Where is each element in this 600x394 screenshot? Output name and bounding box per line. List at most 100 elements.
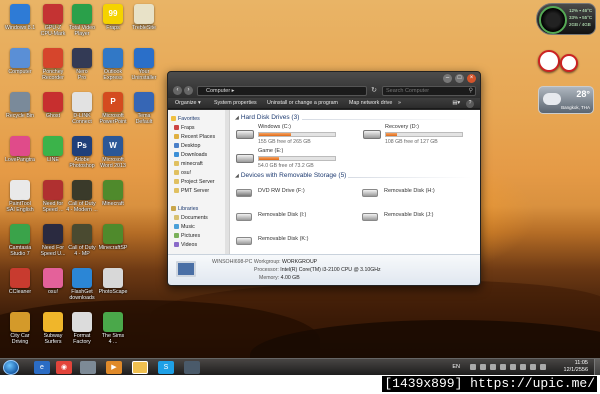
removable-disk-icon xyxy=(236,213,252,221)
dvd-drive-item[interactable]: DVD RW Drive (F:) xyxy=(236,186,346,202)
nav-favorite-item[interactable]: Desktop xyxy=(174,142,200,150)
start-button[interactable] xyxy=(3,360,19,375)
volume-icon[interactable] xyxy=(540,364,546,370)
desktop-icon[interactable]: Recycle Bin xyxy=(3,92,37,119)
title-bar[interactable]: – □ × ‹ › Computer ▸ ↻ ⚲ xyxy=(168,72,480,98)
desktop-icon[interactable]: Format Factory xyxy=(65,312,99,345)
address-bar[interactable]: Computer ▸ xyxy=(197,86,367,96)
desktop-icon[interactable]: Tema Default xyxy=(127,92,161,125)
group-header-hdd[interactable]: ◢ Hard Disk Drives (3) xyxy=(235,114,299,121)
organize-button[interactable]: Organize ▾ xyxy=(175,100,201,107)
desktop-icon[interactable]: MinecraftSP xyxy=(96,224,130,251)
desktop-icon[interactable]: TrebleSite xyxy=(127,4,161,31)
desktop-icon[interactable]: Windows 8.1 xyxy=(3,4,37,31)
desktop-icon[interactable]: Call of Duty 4 - MP xyxy=(65,224,99,257)
libraries-header[interactable]: Libraries xyxy=(171,205,198,213)
tray-icon[interactable] xyxy=(510,364,516,370)
desktop-icon[interactable]: Ps Adobe Photoshop xyxy=(65,136,99,169)
maximize-button[interactable]: □ xyxy=(455,74,464,83)
nav-favorite-item[interactable]: minecraft xyxy=(174,160,203,168)
desktop-icon[interactable]: FlashGet downloads xyxy=(65,268,99,301)
language-indicator[interactable]: EN xyxy=(452,364,460,370)
desktop-icon[interactable]: W Microsoft Word 2013 xyxy=(96,136,130,169)
forward-button[interactable]: › xyxy=(184,86,193,95)
desktop-icon[interactable]: 99 Fraps xyxy=(96,4,130,31)
tray-icon[interactable] xyxy=(470,364,476,370)
nav-library-item[interactable]: Pictures xyxy=(174,232,200,240)
group-header-removable[interactable]: ◢ Devices with Removable Storage (5) xyxy=(235,172,346,179)
internet-explorer-icon[interactable]: e xyxy=(34,361,50,374)
minimize-button[interactable]: – xyxy=(443,74,452,83)
help-button[interactable]: ? xyxy=(466,100,474,108)
chrome-icon[interactable]: ◉ xyxy=(56,361,72,374)
drive-name: Recovery (D:) xyxy=(385,124,419,130)
hard-drive-item[interactable]: Recovery (D:) 108 GB free of 127 GB xyxy=(363,124,473,152)
search-box[interactable]: ⚲ xyxy=(382,86,476,96)
tray-icon[interactable] xyxy=(520,364,526,370)
map-network-drive-button[interactable]: Map network drive xyxy=(349,100,392,107)
removable-disk-item[interactable]: Removable Disk (K:) xyxy=(236,234,346,250)
back-button[interactable]: ‹ xyxy=(173,86,182,95)
view-options-icon[interactable]: ▤▾ xyxy=(452,100,460,107)
navigation-scrollbar[interactable] xyxy=(225,110,229,254)
favorites-header[interactable]: Favorites xyxy=(171,115,200,123)
close-button[interactable]: × xyxy=(467,74,476,83)
desktop-icon[interactable]: CCleaner xyxy=(3,268,37,295)
desktop-icon[interactable]: Nero Pro xyxy=(65,48,99,81)
dvd-drive-icon xyxy=(236,189,252,197)
desktop-icon[interactable]: P Microsoft PowerPoint xyxy=(96,92,130,125)
tray-icon[interactable] xyxy=(500,364,506,370)
refresh-icon[interactable]: ↻ xyxy=(369,86,379,96)
desktop-icon[interactable]: Outlook Express xyxy=(96,48,130,81)
nav-library-item[interactable]: Documents xyxy=(174,214,208,222)
cpu-stat: 33% ▪ 55°C xyxy=(569,15,593,20)
nav-library-item[interactable]: Music xyxy=(174,223,195,231)
skype-icon[interactable]: S xyxy=(158,361,174,374)
explorer-window[interactable]: – □ × ‹ › Computer ▸ ↻ ⚲ Organize ▾ Syst… xyxy=(167,71,481,286)
search-icon[interactable]: ⚲ xyxy=(469,87,473,95)
desktop-icon[interactable]: Camtasia Studio 7 xyxy=(3,224,37,257)
desktop-icon-label: Adobe Photoshop xyxy=(69,157,95,169)
tray-icon[interactable] xyxy=(490,364,496,370)
clock-date[interactable]: 12/1/2556 xyxy=(564,367,588,373)
removable-disk-item[interactable]: Removable Disk (H:) xyxy=(362,186,472,202)
uninstall-program-button[interactable]: Uninstall or change a program xyxy=(267,100,338,107)
desktop-icon[interactable]: Your Uninstaller xyxy=(127,48,161,81)
explorer-taskbar-icon[interactable] xyxy=(132,361,148,374)
desktop-icon[interactable]: PhotoScape xyxy=(96,268,130,295)
desktop-icon[interactable]: City Car Driving xyxy=(3,312,37,345)
cpu-meter-gadget[interactable]: 12% ▪ 46°C 33% ▪ 55°C 2GB / 4GB xyxy=(536,3,596,35)
desktop-icon[interactable]: PaintTool SAI English xyxy=(3,180,37,213)
removable-disk-item[interactable]: Removable Disk (I:) xyxy=(236,210,346,226)
nav-favorite-item[interactable]: Downloads xyxy=(174,151,207,159)
desktop-icon[interactable]: LovePangtra xyxy=(3,136,37,163)
speedometer-gadget[interactable] xyxy=(538,50,584,80)
file-icon[interactable] xyxy=(80,361,96,374)
desktop-icon-label: Computer xyxy=(8,69,32,75)
removable-disk-item[interactable]: Removable Disk (J:) xyxy=(362,210,472,226)
nav-favorite-item[interactable]: Project Server xyxy=(174,178,215,186)
desktop-icon[interactable]: Computer xyxy=(3,48,37,75)
monitor-icon[interactable] xyxy=(184,361,200,374)
desktop-icon[interactable]: Total Video Player xyxy=(65,4,99,37)
desktop-icon[interactable]: The Sims 4 ... xyxy=(96,312,130,345)
tray-icon[interactable] xyxy=(480,364,486,370)
desktop[interactable]: Windows 8.1 GPU-Z CPU-Mark Total Video Pla… xyxy=(0,0,600,375)
desktop-icon[interactable]: Call of Duty 4 - Modern ... xyxy=(65,180,99,213)
desktop-icon[interactable]: D-LINK Connect xyxy=(65,92,99,125)
search-input[interactable] xyxy=(386,88,470,94)
computer-content-area[interactable]: ◢ Hard Disk Drives (3) Windows (C:) 155 GB… xyxy=(230,110,480,254)
more-commands-button[interactable]: » xyxy=(398,100,401,107)
nav-favorite-item[interactable]: Recent Places xyxy=(174,133,215,141)
media-player-icon[interactable]: ▶ xyxy=(106,361,122,374)
nav-favorite-item[interactable]: osu! xyxy=(174,169,191,177)
weather-gadget[interactable]: 28° Bangkok, THA xyxy=(538,86,594,114)
nav-favorite-item[interactable]: PMT Server xyxy=(174,187,209,195)
desktop-icon[interactable]: Minecraft xyxy=(96,180,130,207)
network-icon[interactable] xyxy=(530,364,536,370)
clock-time[interactable]: 11:05 xyxy=(575,360,588,366)
nav-favorite-item[interactable]: Fraps xyxy=(174,124,195,132)
system-properties-button[interactable]: System properties xyxy=(214,100,257,107)
show-desktop-button[interactable] xyxy=(594,359,600,375)
nav-library-item[interactable]: Videos xyxy=(174,241,197,249)
